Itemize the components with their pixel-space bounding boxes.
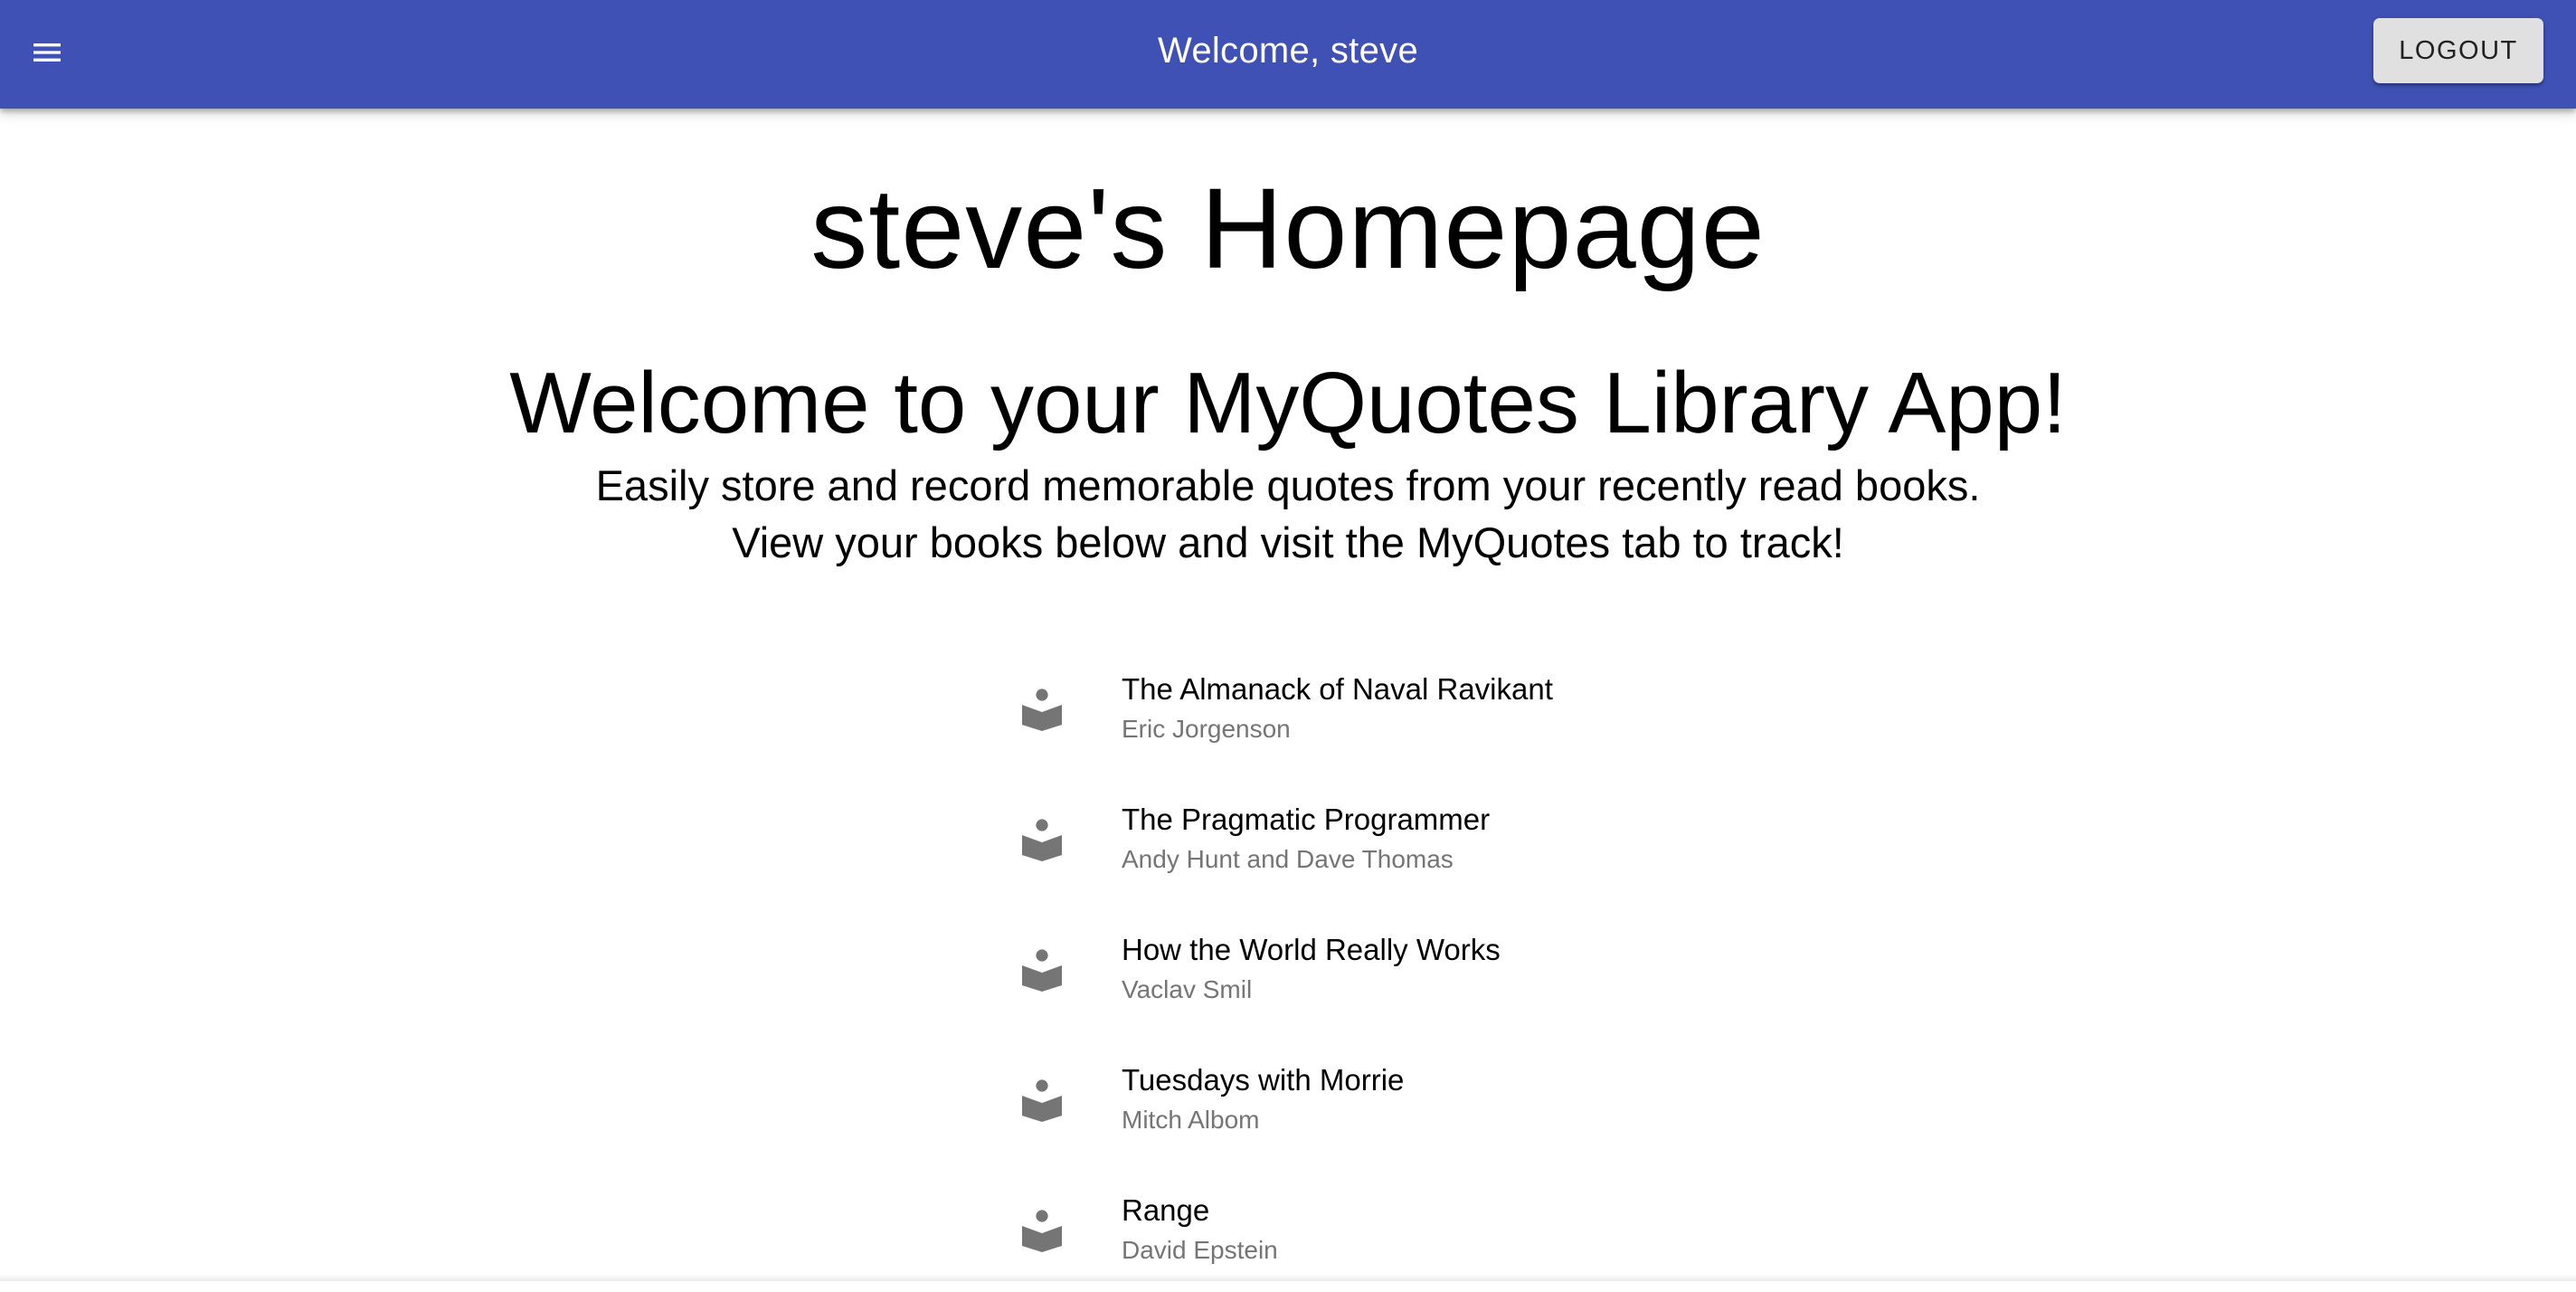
bottom-edge-shadow — [0, 1274, 2576, 1281]
logout-button[interactable]: LOGOUT — [2373, 18, 2543, 83]
book-list: The Almanack of Naval Ravikant Eric Jorg… — [995, 641, 1719, 1292]
book-reader-icon — [1022, 688, 1062, 731]
book-title: Tuesdays with Morrie — [1122, 1062, 1404, 1098]
book-author: Andy Hunt and Dave Thomas — [1122, 843, 1454, 876]
appbar-title: Welcome, steve — [0, 0, 2576, 101]
book-author: Vaclav Smil — [1122, 974, 1252, 1006]
menu-button[interactable] — [20, 27, 74, 81]
book-title: The Almanack of Naval Ravikant — [1122, 671, 1553, 708]
hamburger-menu-icon — [29, 34, 65, 75]
book-reader-icon — [1022, 1078, 1062, 1122]
book-title: How the World Really Works — [1122, 932, 1501, 968]
book-list-item[interactable]: The Pragmatic Programmer Andy Hunt and D… — [995, 771, 1719, 901]
book-reader-icon — [1022, 948, 1062, 992]
book-list-item[interactable]: Range David Epstein — [995, 1162, 1719, 1292]
book-list-item[interactable]: The Almanack of Naval Ravikant Eric Jorg… — [995, 641, 1719, 771]
book-reader-icon — [1022, 1209, 1062, 1252]
book-reader-icon — [1022, 818, 1062, 861]
book-author: Eric Jorgenson — [1122, 713, 1291, 746]
book-author: David Epstein — [1122, 1234, 1278, 1267]
subtitle-line-2: View your books below and visit the MyQu… — [0, 516, 2576, 570]
app-bar: Welcome, steve LOGOUT — [0, 0, 2576, 109]
page-title: steve's Homepage — [0, 161, 2576, 297]
book-author: Mitch Albom — [1122, 1104, 1260, 1136]
book-title: Range — [1122, 1192, 1209, 1229]
welcome-heading: Welcome to your MyQuotes Library App! — [0, 351, 2576, 456]
book-list-item[interactable]: How the World Really Works Vaclav Smil — [995, 901, 1719, 1031]
book-title: The Pragmatic Programmer — [1122, 802, 1490, 838]
subtitle-line-1: Easily store and record memorable quotes… — [0, 459, 2576, 513]
book-list-item[interactable]: Tuesdays with Morrie Mitch Albom — [995, 1031, 1719, 1162]
